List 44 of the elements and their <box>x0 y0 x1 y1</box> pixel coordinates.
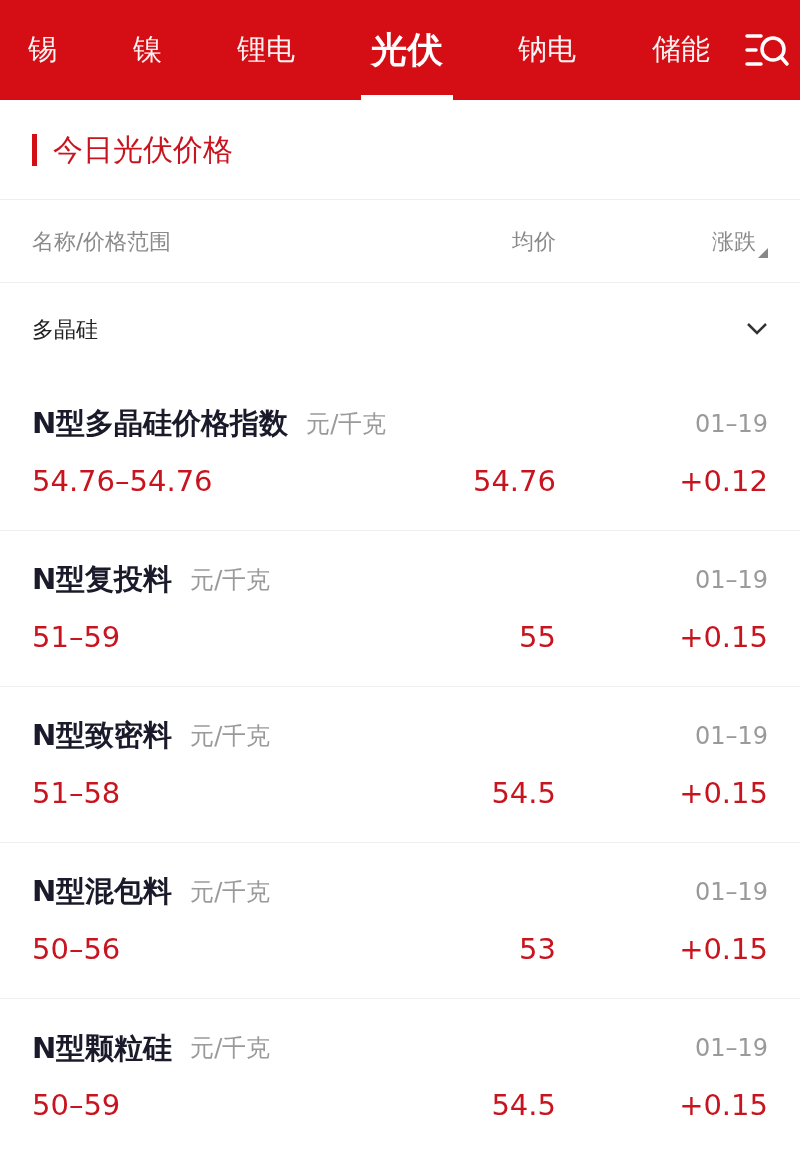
product-name: N型混包料 <box>32 873 173 910</box>
category-tab[interactable]: 光伏 <box>360 0 453 100</box>
product-name: N型复投料 <box>32 561 173 598</box>
category-tab[interactable]: 锂电 <box>227 0 306 100</box>
price-change: +0.15 <box>678 1087 768 1124</box>
category-tab[interactable]: 锡 <box>18 0 67 100</box>
column-header: 均价 <box>511 227 556 256</box>
average-price: 54.76 <box>471 462 556 500</box>
section-title: 今日光伏价格 <box>53 131 233 169</box>
price-change: +0.12 <box>678 462 768 500</box>
average-price: 55 <box>518 618 556 656</box>
column-header: 名称/价格范围 <box>32 227 173 256</box>
column-header: 涨跌 <box>712 227 756 256</box>
price-range: 50–59 <box>32 1087 122 1124</box>
product-name: N型颗粒硅 <box>32 1029 173 1067</box>
product-name: N型致密料 <box>32 717 173 754</box>
unit-label: 元/千克 <box>190 1033 271 1065</box>
category-row[interactable]: 多晶硅 <box>0 283 800 375</box>
sort-icon[interactable] <box>758 247 768 258</box>
category-tab[interactable]: 钠电 <box>508 0 587 100</box>
price-range: 51–58 <box>32 774 122 812</box>
price-range: 54.76–54.76 <box>32 462 214 500</box>
category-tab[interactable]: 镍 <box>122 0 172 100</box>
price-change: +0.15 <box>678 774 768 812</box>
price-change: +0.15 <box>678 930 768 968</box>
chevron-icon[interactable] <box>746 322 768 336</box>
date-label: 01–19 <box>694 876 768 908</box>
date-label: 01–19 <box>694 720 768 752</box>
product-name: N型多晶硅价格指数 <box>32 405 289 442</box>
average-price: 53 <box>518 930 556 968</box>
date-label: 01–19 <box>694 564 768 596</box>
price-range: 50–56 <box>32 930 122 968</box>
average-price: 54.5 <box>490 1087 556 1124</box>
date-label: 01–19 <box>694 408 768 440</box>
title-accent-bar <box>32 133 37 166</box>
unit-label: 元/千克 <box>190 564 271 596</box>
unit-label: 元/千克 <box>190 720 271 752</box>
unit-label: 元/千克 <box>190 876 271 908</box>
price-change: +0.15 <box>678 618 768 656</box>
price-range: 51–59 <box>32 618 122 656</box>
date-label: 01–19 <box>694 1033 768 1065</box>
unit-label: 元/千克 <box>306 408 387 440</box>
category-tab[interactable]: 储能 <box>641 0 720 100</box>
average-price: 54.5 <box>490 774 556 812</box>
